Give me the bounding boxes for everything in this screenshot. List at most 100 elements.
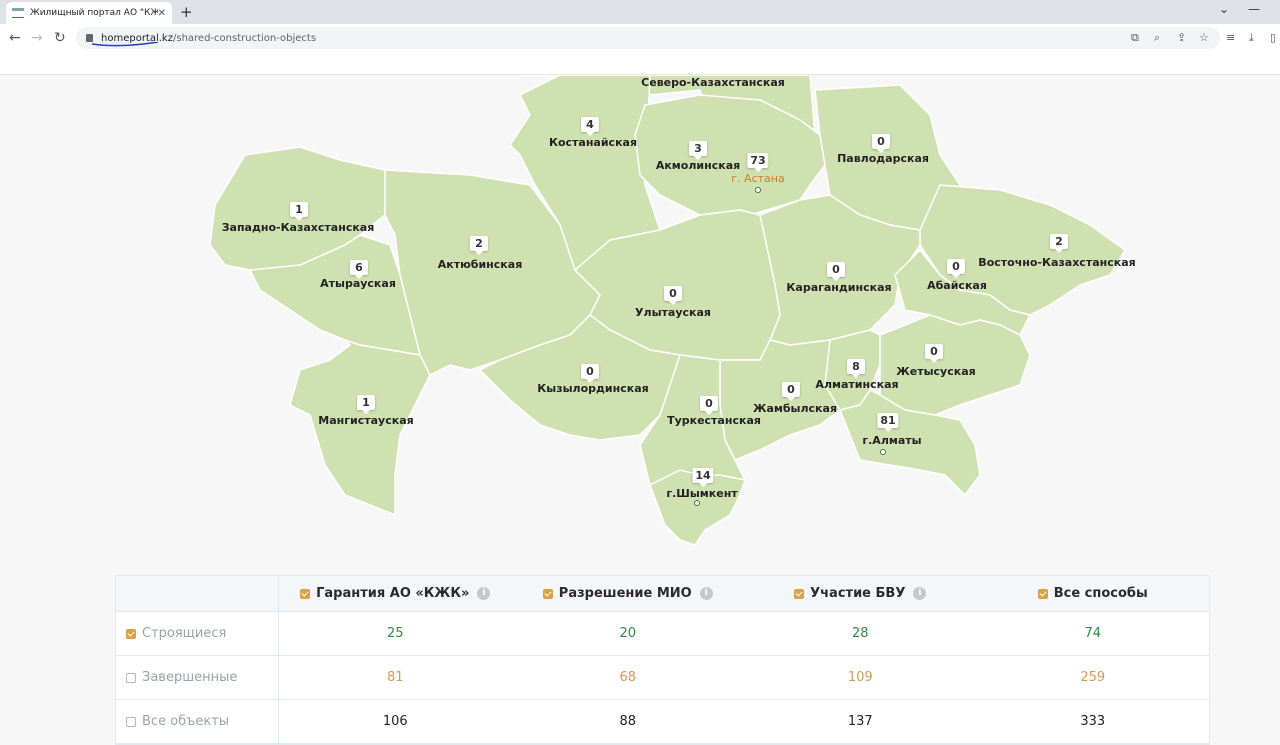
page-header bbox=[0, 52, 1280, 75]
row-label-building[interactable]: Строящиеся bbox=[116, 612, 279, 655]
reading-list-icon[interactable]: ≡ bbox=[1226, 31, 1235, 44]
table-cell: 333 bbox=[1080, 714, 1106, 729]
region-count-badge[interactable]: 0 bbox=[827, 262, 845, 281]
region-count-badge[interactable]: 81 bbox=[877, 413, 899, 432]
region-count-badge[interactable]: 0 bbox=[925, 344, 943, 363]
column-header-mio[interactable]: Разрешение МИО i bbox=[512, 586, 745, 601]
translate-icon[interactable]: ⧉ bbox=[1131, 31, 1139, 45]
region-count-badge[interactable]: 0 bbox=[664, 286, 682, 305]
region-label: Северо-Казахстанская bbox=[641, 76, 785, 89]
checkbox-checked-icon[interactable] bbox=[300, 588, 311, 599]
back-icon[interactable]: ← bbox=[9, 30, 21, 46]
region-count-badge[interactable]: 0 bbox=[782, 382, 800, 401]
checkbox-unchecked-icon[interactable] bbox=[126, 716, 136, 727]
region-count-badge[interactable]: 4 bbox=[581, 117, 599, 136]
tab-bar: Жилищный портал АО "КЖК" ✕ + ⌄ — bbox=[0, 0, 1280, 24]
region-count-badge[interactable]: 0 bbox=[700, 396, 718, 415]
info-icon[interactable]: i bbox=[913, 587, 927, 600]
share-icon[interactable]: ⇪ bbox=[1177, 31, 1186, 44]
table-header-row: Гарантия АО «КЖК» i Разрешение МИО i Участ… bbox=[116, 576, 1209, 612]
region-label: Мангистауская bbox=[318, 414, 414, 427]
table-cell: 137 bbox=[847, 714, 873, 729]
region-label: Западно-Казахстанская bbox=[221, 221, 375, 234]
table-cell: 109 bbox=[847, 670, 873, 685]
objects-table: Гарантия АО «КЖК» i Разрешение МИО i Участ… bbox=[115, 575, 1210, 745]
url-annotation-underline bbox=[91, 42, 159, 47]
sidebar-icon[interactable]: ▯ bbox=[1270, 31, 1276, 44]
region-label: Туркестанская bbox=[667, 414, 761, 427]
info-icon[interactable]: i bbox=[477, 587, 491, 600]
table-cell: 28 bbox=[851, 626, 869, 641]
download-icon[interactable]: ⤓ bbox=[1249, 31, 1254, 45]
region-count-badge[interactable]: 1 bbox=[290, 202, 308, 221]
url-input[interactable]: homeportal.kz/shared-construction-object… bbox=[76, 27, 1220, 49]
star-icon[interactable]: ☆ bbox=[1199, 31, 1209, 44]
forward-icon[interactable]: → bbox=[31, 30, 43, 46]
table-cell: 259 bbox=[1080, 670, 1106, 685]
region-count-badge[interactable]: 0 bbox=[581, 364, 599, 383]
minimize-icon[interactable]: — bbox=[1248, 2, 1260, 16]
region-count-badge[interactable]: 3 bbox=[689, 141, 707, 160]
region-count-badge[interactable]: 2 bbox=[470, 236, 488, 255]
region-count-badge[interactable]: 6 bbox=[350, 260, 368, 279]
table-row-completed: Завершенные 81 68 109 259 bbox=[116, 656, 1209, 700]
region-label: Костанайская bbox=[548, 136, 638, 149]
region-label: Павлодарская bbox=[837, 152, 929, 165]
region-label: Актюбинская bbox=[437, 258, 523, 271]
column-header-bvu[interactable]: Участие БВУ i bbox=[744, 586, 977, 601]
table-row-building: Строящиеся 25 20 28 74 bbox=[116, 612, 1209, 656]
table-cell: 81 bbox=[386, 670, 404, 685]
row-label-all[interactable]: Все объекты bbox=[116, 700, 279, 743]
region-label: г.Шымкент bbox=[666, 487, 738, 500]
city-marker-icon[interactable] bbox=[694, 500, 700, 506]
checkbox-checked-icon[interactable] bbox=[794, 588, 805, 599]
region-label: Улытауская bbox=[635, 306, 711, 319]
region-label: Кызылординская bbox=[537, 382, 649, 395]
info-icon[interactable]: i bbox=[699, 587, 713, 600]
zoom-icon[interactable]: ⌕ bbox=[1154, 31, 1160, 45]
region-label: Акмолинская bbox=[655, 159, 741, 172]
site-favicon-icon bbox=[12, 8, 24, 18]
table-cell: 68 bbox=[619, 670, 637, 685]
browser-tab[interactable]: Жилищный портал АО "КЖК" ✕ bbox=[6, 2, 172, 24]
region-label: Карагандинская bbox=[786, 281, 892, 294]
region-count-badge[interactable]: 8 bbox=[847, 359, 865, 378]
map-region-12[interactable] bbox=[289, 339, 431, 517]
column-header-all[interactable]: Все способы bbox=[977, 586, 1210, 601]
table-cell: 25 bbox=[386, 626, 404, 641]
region-count-badge[interactable]: 73 bbox=[747, 153, 769, 172]
tab-title: Жилищный портал АО "КЖК" bbox=[30, 8, 158, 18]
city-marker-icon[interactable] bbox=[755, 187, 761, 193]
checkbox-checked-icon[interactable] bbox=[1037, 588, 1048, 599]
checkbox-checked-icon[interactable] bbox=[126, 628, 136, 639]
url-path: /shared-construction-objects bbox=[172, 32, 317, 44]
close-icon[interactable]: ✕ bbox=[158, 8, 166, 19]
kazakhstan-map: Северо-Казахстанская 4 Костанайская 3 Акмоли… bbox=[0, 75, 1280, 555]
region-count-badge[interactable]: 2 bbox=[1050, 234, 1068, 253]
region-label: Алматинская bbox=[815, 378, 899, 391]
region-count-badge[interactable]: 1 bbox=[357, 395, 375, 414]
region-count-badge[interactable]: 14 bbox=[692, 468, 714, 487]
region-label: г. Астана bbox=[731, 172, 785, 185]
table-cell: 88 bbox=[619, 714, 637, 729]
address-bar-row: ← → ↻ homeportal.kz/shared-construction-… bbox=[0, 24, 1280, 52]
checkbox-unchecked-icon[interactable] bbox=[126, 672, 136, 683]
row-label-completed[interactable]: Завершенные bbox=[116, 656, 279, 699]
region-count-badge[interactable]: 0 bbox=[872, 134, 890, 153]
region-count-badge[interactable]: 0 bbox=[947, 259, 965, 278]
region-label: Жетысуская bbox=[896, 365, 976, 378]
region-label: Восточно-Казахстанская bbox=[978, 256, 1136, 269]
table-cell: 74 bbox=[1084, 626, 1102, 641]
header-empty-cell bbox=[116, 576, 279, 611]
table-cell: 106 bbox=[382, 714, 408, 729]
new-tab-icon[interactable]: + bbox=[180, 3, 193, 21]
city-marker-icon[interactable] bbox=[880, 449, 886, 455]
region-label: Абайская bbox=[927, 279, 987, 292]
table-cell: 20 bbox=[619, 626, 637, 641]
reload-icon[interactable]: ↻ bbox=[54, 30, 66, 46]
chevron-down-icon[interactable]: ⌄ bbox=[1219, 2, 1229, 16]
checkbox-checked-icon[interactable] bbox=[542, 588, 553, 599]
column-header-kzhk[interactable]: Гарантия АО «КЖК» i bbox=[279, 586, 512, 601]
region-label: г.Алматы bbox=[862, 434, 922, 447]
region-label: Жамбылская bbox=[752, 402, 838, 415]
